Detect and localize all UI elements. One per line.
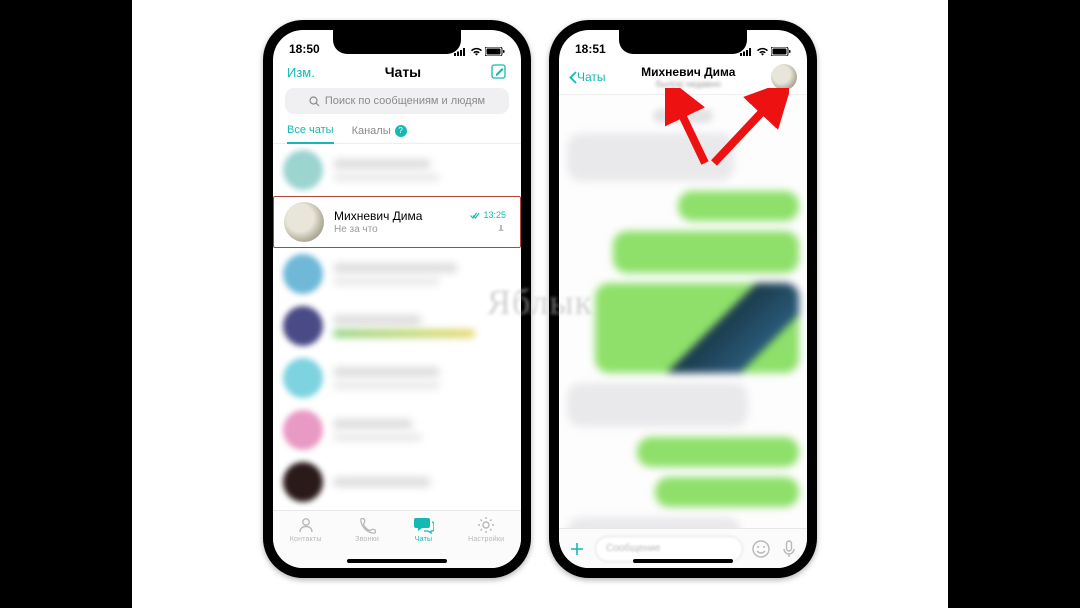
phone-right: 18:51 Чаты Михневич Дима был(а) недавно	[549, 20, 817, 578]
plus-icon[interactable]	[567, 539, 587, 559]
compose-icon[interactable]	[491, 64, 507, 80]
avatar	[283, 306, 323, 346]
chevron-left-icon	[569, 71, 577, 84]
notch	[333, 30, 461, 54]
chat-filter-tabs: Все чаты Каналы ?	[273, 118, 521, 144]
list-item[interactable]	[273, 352, 521, 404]
chat-list[interactable]: Михневич Дима Не за что 13:25	[273, 144, 521, 510]
check-icon	[470, 212, 480, 219]
chats-icon	[414, 516, 434, 534]
avatar[interactable]	[771, 64, 797, 90]
message-outgoing	[637, 437, 799, 467]
status-time: 18:50	[289, 42, 320, 56]
mic-icon[interactable]	[779, 539, 799, 559]
edit-button[interactable]: Изм.	[287, 65, 315, 80]
back-button[interactable]: Чаты	[569, 70, 606, 84]
annotation-arrow-left	[665, 88, 715, 168]
search-input[interactable]: Поиск по сообщениям и людям	[285, 88, 509, 114]
search-placeholder: Поиск по сообщениям и людям	[325, 95, 485, 107]
home-indicator[interactable]	[633, 559, 733, 563]
wifi-icon	[470, 47, 483, 56]
list-item[interactable]	[273, 456, 521, 508]
status-indicators	[454, 47, 505, 56]
chat-contact-name: Михневич Дима	[610, 65, 767, 79]
avatar	[283, 462, 323, 502]
phone-left: 18:50 Изм. Чаты Поиск по сообщениям и лю…	[263, 20, 531, 578]
tab-all-chats[interactable]: Все чаты	[287, 124, 334, 144]
message-incoming	[567, 383, 748, 427]
status-indicators	[740, 47, 791, 56]
avatar	[283, 150, 323, 190]
tab-settings[interactable]: Настройки	[468, 515, 504, 543]
page-title: Чаты	[385, 64, 421, 80]
search-icon	[309, 96, 320, 107]
avatar	[283, 358, 323, 398]
list-item[interactable]	[273, 404, 521, 456]
annotation-arrow-right	[709, 88, 789, 168]
avatar	[283, 254, 323, 294]
tab-contacts[interactable]: Контакты	[290, 515, 322, 543]
chat-name: Михневич Дима	[334, 209, 470, 223]
tab-calls[interactable]: Звонки	[355, 515, 379, 543]
chat-title-area[interactable]: Михневич Дима был(а) недавно	[610, 65, 767, 89]
list-item[interactable]	[273, 248, 521, 300]
chat-preview: Не за что	[334, 224, 470, 235]
chat-time: 13:25	[470, 210, 506, 220]
message-outgoing-media	[595, 283, 799, 373]
phone-icon	[358, 516, 376, 534]
message-outgoing	[678, 191, 799, 221]
pin-icon	[496, 224, 506, 234]
message-incoming	[567, 517, 741, 528]
wifi-icon	[756, 47, 769, 56]
tab-channels-label: Каналы	[352, 125, 391, 137]
list-item[interactable]	[273, 300, 521, 352]
tab-channels[interactable]: Каналы ?	[352, 124, 407, 143]
avatar	[284, 202, 324, 242]
channels-badge: ?	[395, 125, 407, 137]
battery-icon	[771, 47, 791, 56]
contacts-icon	[297, 516, 315, 534]
message-outgoing	[655, 477, 799, 507]
message-input[interactable]: Сообщение	[595, 536, 743, 562]
chats-header: Изм. Чаты	[273, 58, 521, 84]
sticker-icon[interactable]	[751, 539, 771, 559]
home-indicator[interactable]	[347, 559, 447, 563]
notch	[619, 30, 747, 54]
tab-chats[interactable]: Чаты	[413, 515, 435, 543]
message-outgoing	[613, 231, 799, 273]
gear-icon	[477, 516, 495, 534]
avatar	[283, 410, 323, 450]
list-item-highlighted[interactable]: Михневич Дима Не за что 13:25	[273, 196, 521, 248]
list-item[interactable]	[273, 144, 521, 196]
status-time: 18:51	[575, 42, 606, 56]
battery-icon	[485, 47, 505, 56]
